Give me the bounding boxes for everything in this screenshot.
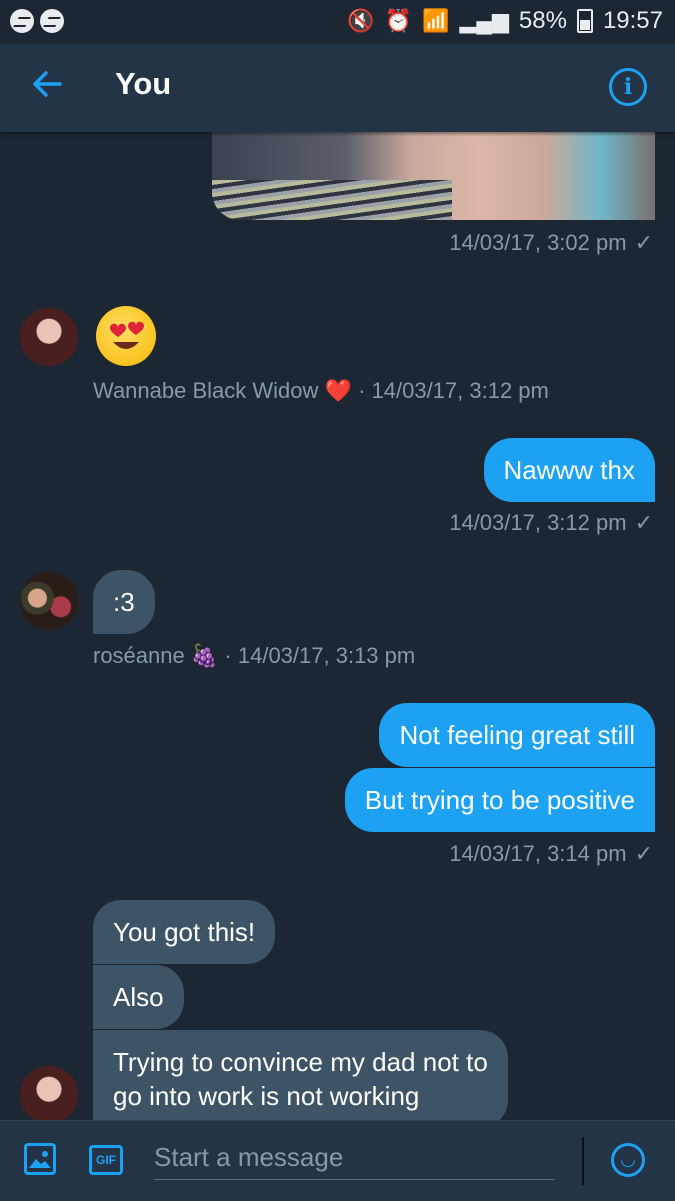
messenger-icon (40, 9, 64, 33)
clock: 19:57 (602, 7, 663, 34)
signal-icon: ▂▄▆ (459, 8, 509, 33)
avatar[interactable] (20, 572, 78, 630)
sent-photo[interactable] (212, 132, 655, 220)
outgoing-message[interactable]: Not feeling great still (379, 703, 655, 767)
emoji-icon[interactable]: ◡ (611, 1143, 645, 1177)
messenger-icon (10, 9, 34, 33)
avatar[interactable] (20, 1066, 78, 1120)
battery-icon (576, 9, 593, 33)
outgoing-message[interactable]: But trying to be positive (344, 768, 655, 832)
message-list[interactable]: 14/03/17, 3:02 pm ✓ Wannabe Black Widow ❤… (0, 132, 675, 1120)
info-icon[interactable]: i (609, 68, 647, 106)
message-meta: roséanne 🍇 · 14/03/17, 3:13 pm (93, 643, 416, 668)
image-icon[interactable] (24, 1143, 56, 1175)
incoming-message[interactable]: :3 (93, 570, 155, 634)
status-bar: 🔇 ⏰ 📶 ▂▄▆ 58% 19:57 (0, 0, 675, 44)
message-meta: 14/03/17, 3:12 pm ✓ (449, 510, 653, 535)
sender-name: Wannabe Black Widow (93, 378, 319, 403)
mute-icon: 🔇 (347, 8, 375, 33)
battery-percent: 58% (518, 7, 567, 34)
message-meta: Wannabe Black Widow ❤️ · 14/03/17, 3:12 … (93, 378, 549, 403)
gif-button[interactable]: GIF (89, 1145, 123, 1175)
arrow-left-icon[interactable] (28, 64, 68, 104)
incoming-message[interactable]: Trying to convince my dad not to go into… (93, 1030, 508, 1120)
message-meta: 14/03/17, 3:02 pm ✓ (449, 230, 653, 255)
heart-eyes-emoji (96, 306, 156, 366)
sender-name: roséanne (93, 643, 185, 668)
conversation-header: You i (0, 44, 675, 132)
message-composer: GIF ◡ (0, 1120, 675, 1201)
conversation-title: You (115, 66, 172, 101)
incoming-message[interactable]: You got this! (93, 900, 276, 964)
divider (582, 1137, 584, 1185)
incoming-message[interactable]: Also (93, 965, 184, 1029)
wifi-icon: 📶 (422, 8, 450, 33)
message-meta: 14/03/17, 3:14 pm ✓ (449, 841, 653, 866)
alarm-icon: ⏰ (384, 8, 413, 33)
outgoing-message[interactable]: Nawww thx (483, 438, 655, 502)
message-input[interactable] (154, 1135, 554, 1180)
avatar[interactable] (20, 308, 78, 366)
